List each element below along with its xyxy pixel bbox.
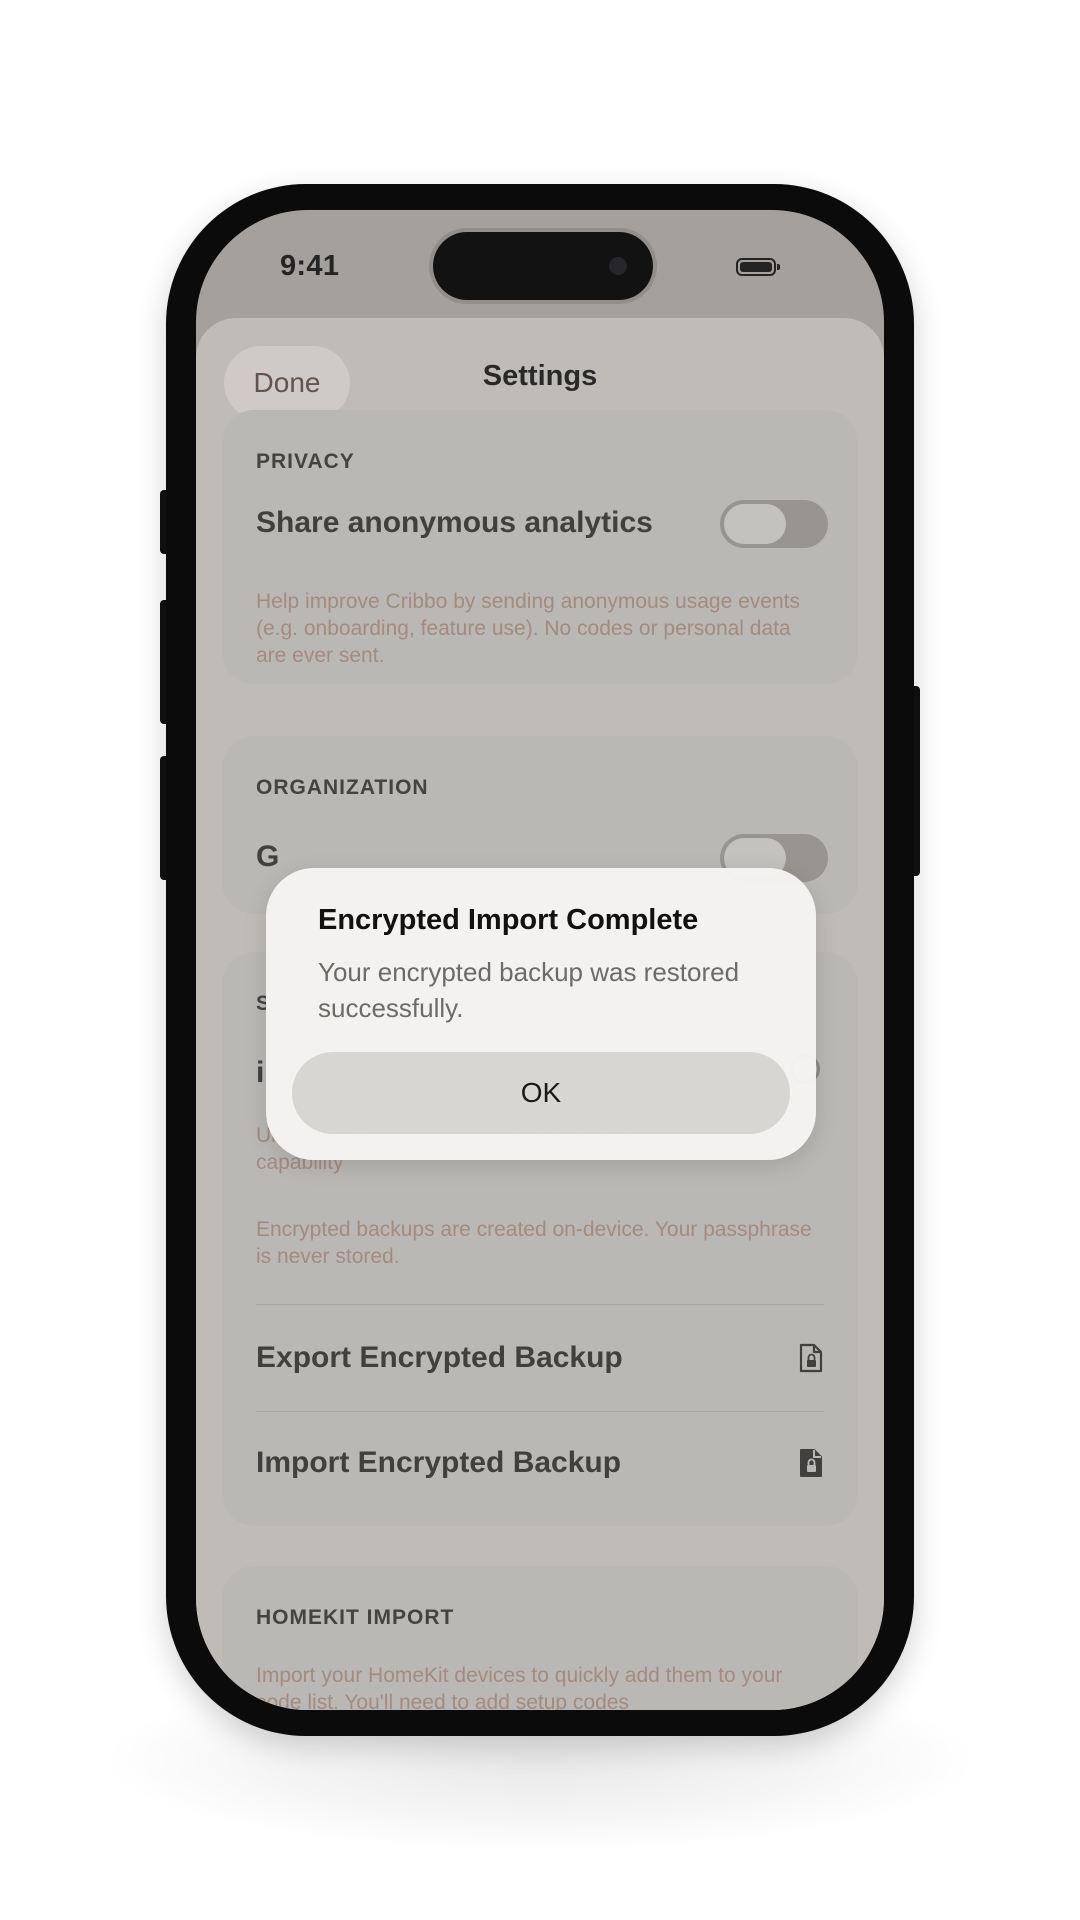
screen: 9:41 Done Settings PRIVACY Share anonymo… — [196, 210, 884, 1710]
phone-frame: 9:41 Done Settings PRIVACY Share anonymo… — [166, 184, 914, 1736]
alert-title: Encrypted Import Complete — [318, 904, 699, 936]
alert-message: Your encrypted backup was restored succe… — [318, 957, 740, 1023]
ok-button[interactable]: OK — [292, 1052, 790, 1134]
import-complete-alert: Encrypted Import Complete Your encrypted… — [266, 868, 816, 1160]
